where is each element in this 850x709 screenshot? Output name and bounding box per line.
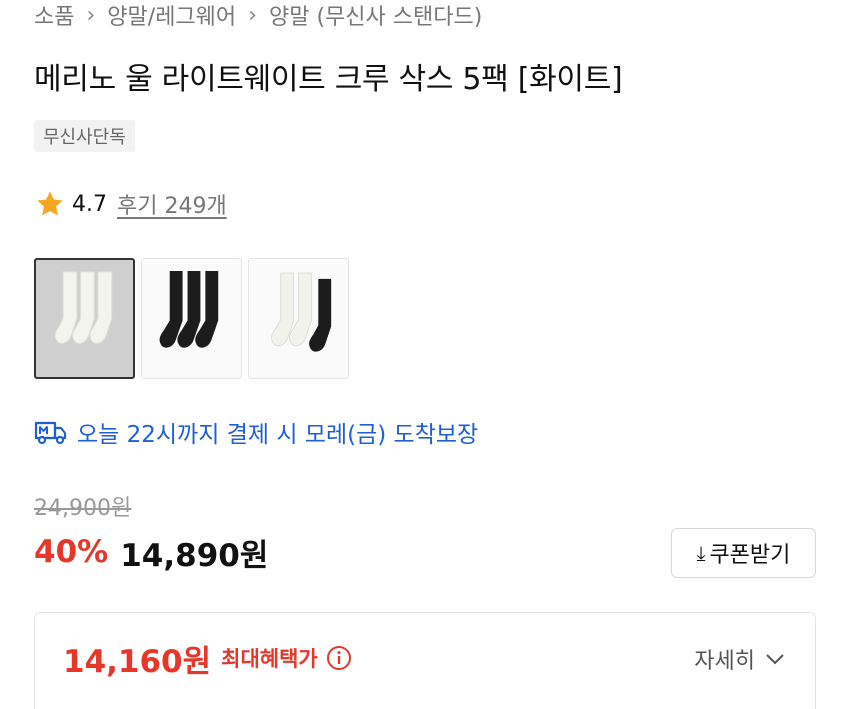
original-price: 24,900원 — [34, 496, 132, 521]
detail-label: 자세히 — [694, 649, 755, 674]
color-thumbnails — [34, 258, 349, 379]
delivery-text: 오늘 22시까지 결제 시 모레(금) 도착보장 — [77, 422, 479, 448]
chevron-down-icon — [766, 654, 784, 665]
rating-row: 4.7 후기 249개 — [34, 186, 227, 222]
breadcrumb-item-socks-standard[interactable]: 양말 (무신사 스탠다드) — [269, 0, 482, 31]
sale-price: 14,890원 — [120, 537, 269, 574]
download-icon: ⤓ — [696, 541, 706, 565]
price-row: 40% 14,890원 — [34, 530, 268, 574]
truck-icon — [34, 421, 67, 445]
breadcrumb-item-accessories[interactable]: 소품 — [34, 0, 74, 31]
thumbnail-black-socks[interactable] — [141, 258, 242, 379]
star-icon — [37, 191, 63, 216]
chevron-right-icon: › — [248, 2, 257, 28]
delivery-guarantee[interactable]: 오늘 22시까지 결제 시 모레(금) 도착보장 — [34, 414, 478, 450]
detail-toggle[interactable]: 자세히 — [694, 639, 785, 679]
coupon-button[interactable]: ⤓ 쿠폰받기 — [671, 528, 816, 578]
rating-score: 4.7 — [72, 191, 107, 217]
chevron-right-icon: › — [86, 2, 96, 28]
coupon-label: 쿠폰받기 — [709, 543, 791, 568]
breadcrumb: 소품 › 양말/레그웨어 › 양말 (무신사 스탠다드) — [34, 0, 482, 31]
thumbnail-mixed-socks[interactable] — [248, 258, 349, 379]
product-title: 메리노 울 라이트웨이트 크루 삭스 5팩 [화이트] — [34, 62, 623, 97]
thumbnail-white-socks[interactable] — [34, 258, 135, 379]
reviews-link[interactable]: 후기 249개 — [117, 188, 227, 220]
exclusive-badge: 무신사단독 — [34, 120, 135, 152]
breadcrumb-item-socks-legwear[interactable]: 양말/레그웨어 — [107, 0, 236, 31]
max-benefit-row: 14,160원 최대혜택가 — [63, 635, 352, 681]
info-icon[interactable] — [326, 645, 352, 671]
max-benefit-panel[interactable]: 14,160원 최대혜택가 자세히 — [34, 612, 816, 709]
discount-rate: 40% — [34, 534, 109, 570]
max-benefit-price: 14,160원 — [63, 643, 212, 680]
max-benefit-label: 최대혜택가 — [221, 647, 318, 671]
